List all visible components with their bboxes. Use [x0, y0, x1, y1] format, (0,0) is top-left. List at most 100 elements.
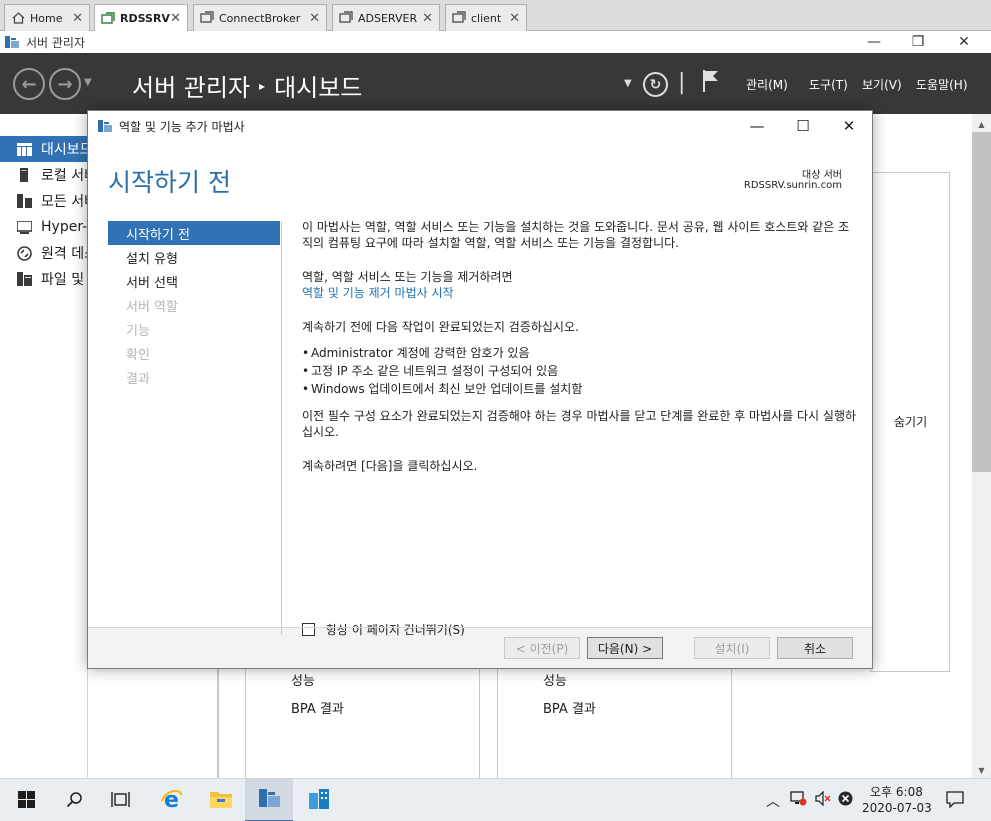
prereq-text: 이전 필수 구성 요소가 완료되었는지 검증해야 하는 경우 마법사를 닫고 단… — [302, 409, 857, 439]
sidebar-item-remote-desktop[interactable]: 원격 데스크톱 서비스 — [0, 240, 88, 266]
minimize-button[interactable]: — — [851, 31, 897, 53]
breadcrumb-separator-icon: ▸ — [259, 78, 266, 93]
menu-help[interactable]: 도움말(H) — [916, 76, 968, 93]
internet-explorer-icon: e — [160, 787, 184, 814]
step-server-selection[interactable]: 서버 선택 — [108, 269, 280, 293]
rds-taskbar-button[interactable] — [295, 779, 343, 821]
forward-button[interactable]: → — [49, 68, 81, 100]
tab-home[interactable]: Home ✕ — [4, 4, 90, 31]
vm-icon — [452, 11, 466, 25]
server-manager-taskbar-button[interactable] — [245, 779, 293, 821]
minimize-button[interactable]: — — [734, 111, 780, 141]
scroll-up-icon[interactable]: ▲ — [972, 116, 991, 132]
vm-icon — [200, 11, 214, 25]
sidebar-item-local-server[interactable]: 로컬 서버 — [0, 162, 88, 188]
network-icon[interactable] — [790, 791, 807, 810]
chevron-down-icon[interactable]: ▼ — [624, 78, 632, 89]
volume-muted-icon[interactable] — [815, 790, 831, 810]
sidebar-item-dashboard[interactable]: 대시보드 — [0, 136, 88, 162]
tile-performance[interactable]: 성능 — [291, 670, 315, 689]
step-server-roles: 서버 역할 — [126, 299, 178, 315]
install-button[interactable]: 설치(I) — [694, 637, 770, 659]
dashboard-icon — [16, 141, 32, 157]
tile-bpa-results[interactable]: BPA 결과 — [543, 698, 596, 717]
tile-bpa-results[interactable]: BPA 결과 — [291, 698, 344, 717]
cancel-button[interactable]: 취소 — [777, 637, 853, 659]
refresh-icon: ↻ — [649, 76, 662, 93]
tab-label: RDSSRV — [120, 12, 170, 25]
start-button[interactable] — [2, 779, 50, 821]
divider — [88, 627, 872, 628]
server-manager-icon — [97, 118, 113, 134]
verify-text: 계속하기 전에 다음 작업이 완료되었는지 검증하십시오. — [302, 320, 579, 334]
remote-desktop-icon — [16, 245, 32, 261]
clock-date[interactable]: 2020-07-03 — [862, 801, 932, 815]
sidebar-item-label: 원격 데스크톱 서비스 — [41, 246, 88, 262]
restore-button[interactable]: ❐ — [895, 31, 941, 53]
vm-icon — [339, 11, 353, 25]
menu-tools[interactable]: 도구(T) — [809, 76, 848, 93]
step-installation-type[interactable]: 설치 유형 — [108, 245, 280, 269]
scrollbar-thumb[interactable] — [972, 132, 991, 472]
windows-logo-icon — [17, 790, 35, 811]
search-button[interactable] — [50, 779, 98, 821]
servers-icon — [16, 193, 32, 209]
tab-adserver[interactable]: ADSERVER ✕ — [332, 4, 440, 31]
step-before-you-begin[interactable]: 시작하기 전 — [108, 221, 280, 245]
sidebar-item-label: Hyper-V — [41, 219, 88, 235]
window-title: 서버 관리자 — [26, 35, 86, 50]
tab-label: ConnectBroker — [219, 11, 301, 25]
server-manager-header: ← → ▼ 서버 관리자 ▸ 대시보드 ▼ ↻ | 관리(M) 도구(T) 보기… — [0, 53, 991, 114]
clock-time[interactable]: 오후 6:08 — [870, 783, 923, 800]
close-icon[interactable]: ✕ — [509, 11, 520, 26]
divider: | — [678, 70, 686, 95]
bullet-text: Administrator 계정에 강력한 암호가 있음 — [311, 346, 530, 360]
internet-explorer-button[interactable]: e — [148, 779, 196, 821]
step-features: 기능 — [126, 323, 150, 339]
remove-wizard-link[interactable]: 역할 및 기능 제거 마법사 시작 — [302, 285, 857, 301]
menu-manage[interactable]: 관리(M) — [746, 76, 788, 93]
file-explorer-button[interactable] — [197, 779, 245, 821]
back-button[interactable]: ← — [13, 68, 45, 100]
hide-link[interactable]: 숨기기 — [894, 413, 927, 430]
list-item: • Administrator 계정에 강력한 암호가 있음 — [302, 346, 530, 360]
file-storage-icon — [16, 271, 32, 287]
divider — [217, 650, 219, 778]
breadcrumb-root[interactable]: 서버 관리자 — [132, 68, 250, 103]
close-icon[interactable]: ✕ — [422, 11, 433, 26]
skip-page-option[interactable]: 항상 이 페이지 건너뛰기(S) — [302, 621, 465, 638]
dialog-body: 시작하기 전 대상 서버 RDSSRV.sunrin.com 시작하기 전 설치… — [88, 141, 872, 637]
sidebar-item-all-servers[interactable]: 모든 서버 — [0, 188, 88, 214]
hyperv-icon — [16, 219, 32, 235]
chevron-down-icon[interactable]: ▼ — [84, 77, 92, 88]
close-icon[interactable]: ✕ — [309, 11, 320, 26]
search-icon — [66, 791, 83, 811]
close-icon[interactable]: ✕ — [170, 11, 181, 26]
error-icon[interactable] — [838, 791, 853, 810]
tile-performance[interactable]: 성능 — [543, 670, 567, 689]
sidebar-item-hyperv[interactable]: Hyper-V — [0, 214, 88, 240]
chevron-up-icon[interactable]: ︿ — [766, 791, 780, 811]
tab-rdssrv[interactable]: RDSSRV ✕ — [94, 4, 188, 32]
refresh-button[interactable]: ↻ — [643, 72, 668, 97]
close-button[interactable]: ✕ — [941, 31, 987, 53]
sidebar-item-label: 대시보드 — [41, 142, 88, 158]
close-button[interactable]: ✕ — [826, 111, 872, 141]
skip-page-checkbox[interactable] — [302, 623, 315, 636]
previous-button[interactable]: < 이전(P) — [504, 637, 580, 659]
scroll-down-icon[interactable]: ▼ — [972, 762, 991, 778]
notifications-flag-icon[interactable] — [702, 69, 720, 96]
notifications-icon[interactable] — [946, 791, 964, 812]
task-view-button[interactable] — [96, 779, 144, 821]
tab-connectbroker[interactable]: ConnectBroker ✕ — [193, 4, 327, 31]
menu-view[interactable]: 보기(V) — [862, 76, 902, 93]
close-icon[interactable]: ✕ — [72, 11, 83, 26]
next-button[interactable]: 다음(N) > — [587, 637, 663, 659]
sidebar-item-file-storage[interactable]: 파일 및 저장소 서비스 — [0, 266, 88, 292]
page-title: 시작하기 전 — [108, 168, 231, 197]
tab-client[interactable]: client ✕ — [445, 4, 527, 31]
server-tile — [497, 660, 732, 782]
list-item: • 고정 IP 주소 같은 네트워크 설정이 구성되어 있음 — [302, 364, 559, 378]
tab-label: Home — [30, 11, 63, 25]
maximize-button[interactable]: ☐ — [780, 111, 826, 141]
